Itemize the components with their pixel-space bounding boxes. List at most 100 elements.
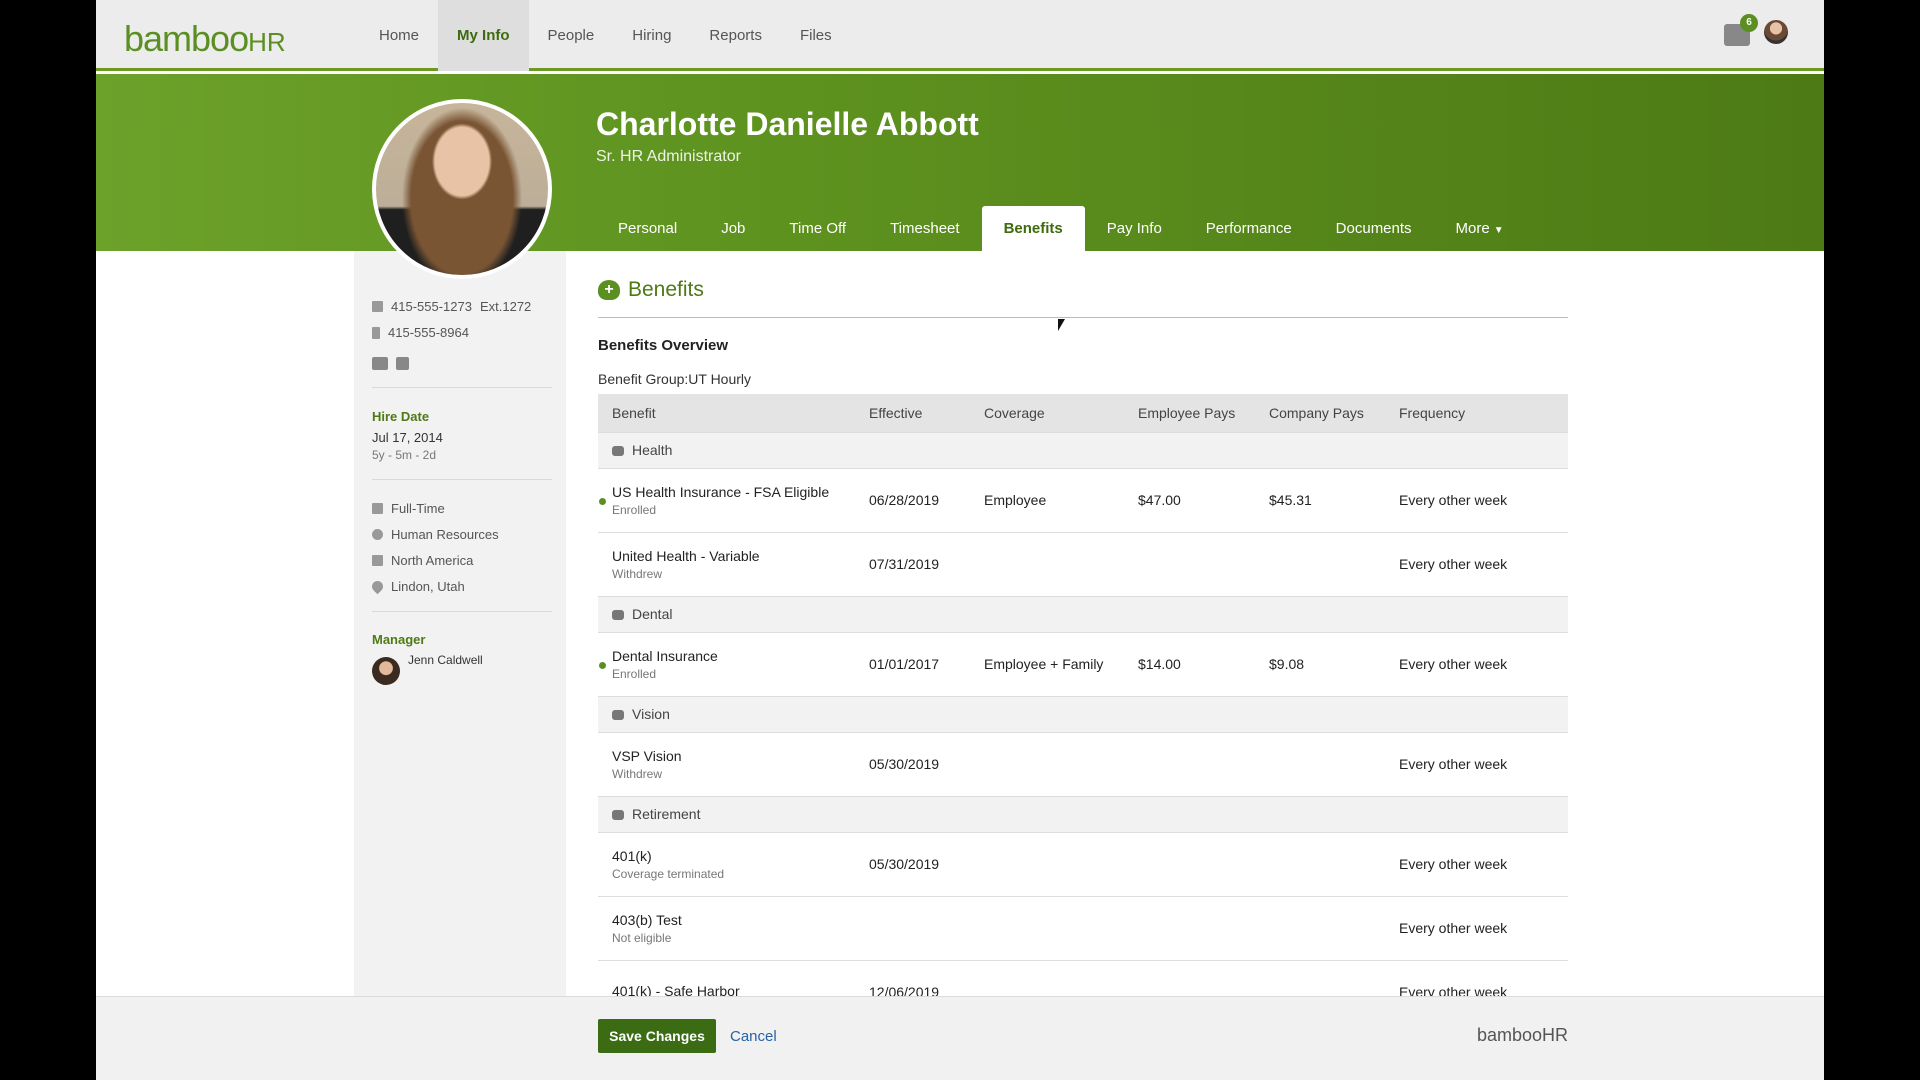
employment-type-icon xyxy=(372,503,383,514)
eye-icon xyxy=(612,710,624,720)
frequency: Every other week xyxy=(1385,531,1568,596)
effective-date: 01/01/2017 xyxy=(855,631,970,696)
enrolled-dot-icon xyxy=(599,497,606,505)
benefit-cell: United Health - Variable Withdrew xyxy=(598,531,855,596)
tooth-icon xyxy=(612,610,624,620)
inbox-icon[interactable]: 6 xyxy=(1724,14,1758,46)
effective-date: 06/28/2019 xyxy=(855,467,970,532)
table-row[interactable]: 403(b) Test Not eligible Every other week xyxy=(598,895,1568,960)
benefit-cell: US Health Insurance - FSA Eligible Enroll… xyxy=(598,467,855,532)
category-label: Retirement xyxy=(632,806,701,822)
nav-reports[interactable]: Reports xyxy=(690,0,781,71)
contact-icons xyxy=(372,357,409,370)
section-title-text: Benefits xyxy=(628,278,704,301)
manager-avatar[interactable] xyxy=(372,657,400,685)
department: Human Resources xyxy=(391,527,499,542)
category-label: Dental xyxy=(632,606,673,622)
table-row[interactable]: Dental Insurance Enrolled 01/01/2017 Employ… xyxy=(598,631,1568,696)
app-window: bambooHR Home My Info People Hiring Repo… xyxy=(96,0,1824,1080)
linkedin-icon[interactable] xyxy=(396,357,409,370)
detail-department: Human Resources xyxy=(372,527,499,542)
table-row[interactable]: United Health - Variable Withdrew 07/31/20… xyxy=(598,531,1568,596)
tab-timesheet[interactable]: Timesheet xyxy=(868,206,981,251)
tab-performance[interactable]: Performance xyxy=(1184,206,1314,251)
manager-name[interactable]: Jenn Caldwell xyxy=(408,653,483,667)
coverage xyxy=(970,731,1124,796)
benefit-name[interactable]: 403(b) Test xyxy=(612,912,855,928)
save-changes-button[interactable]: Save Changes xyxy=(598,1019,716,1053)
mobile-phone[interactable]: 415-555-8964 xyxy=(388,325,469,340)
nav-hiring[interactable]: Hiring xyxy=(613,0,690,71)
benefits-table: Benefit Effective Coverage Employee Pays… xyxy=(598,394,1568,1024)
table-row[interactable]: US Health Insurance - FSA Eligible Enroll… xyxy=(598,467,1568,532)
tab-documents[interactable]: Documents xyxy=(1314,206,1434,251)
col-effective: Effective xyxy=(855,394,970,432)
divider xyxy=(372,387,552,388)
benefit-status: Withdrew xyxy=(612,566,663,581)
benefit-name[interactable]: US Health Insurance - FSA Eligible xyxy=(612,484,855,500)
benefit-name[interactable]: VSP Vision xyxy=(612,748,855,764)
section-divider xyxy=(598,317,1568,318)
tab-pay-info[interactable]: Pay Info xyxy=(1085,206,1184,251)
employee-pays xyxy=(1124,831,1255,896)
table-row[interactable]: VSP Vision Withdrew 05/30/2019 Every other … xyxy=(598,731,1568,796)
work-phone-ext: Ext.1272 xyxy=(479,299,532,314)
email-icon[interactable] xyxy=(372,357,388,370)
benefit-cell: VSP Vision Withdrew xyxy=(598,731,855,796)
work-phone[interactable]: 415-555-1273 xyxy=(391,299,472,314)
category-label: Vision xyxy=(632,706,670,722)
benefits-table-body: Health US Health Insurance - FSA Eligible… xyxy=(598,431,1568,1024)
nav-people[interactable]: People xyxy=(529,0,614,71)
piggy-bank-icon xyxy=(612,810,624,820)
coverage xyxy=(970,831,1124,896)
section-title: + Benefits xyxy=(598,278,704,302)
enrolled-dot-icon xyxy=(599,661,606,669)
divider xyxy=(372,479,552,480)
manager-label: Manager xyxy=(372,632,426,647)
tab-benefits[interactable]: Benefits xyxy=(981,206,1085,251)
nav-home[interactable]: Home xyxy=(360,0,438,71)
detail-division: North America xyxy=(372,553,473,568)
effective-date: 05/30/2019 xyxy=(855,731,970,796)
user-avatar[interactable] xyxy=(1764,20,1788,44)
frequency: Every other week xyxy=(1385,731,1568,796)
employee-pays: $47.00 xyxy=(1124,467,1255,532)
bamboohr-logo[interactable]: bambooHR xyxy=(124,18,286,60)
benefit-cell: Dental Insurance Enrolled xyxy=(598,631,855,696)
benefit-name[interactable]: 401(k) xyxy=(612,848,855,864)
heart-icon xyxy=(612,446,624,456)
company-pays xyxy=(1255,731,1385,796)
effective-date: 05/30/2019 xyxy=(855,831,970,896)
location: Lindon, Utah xyxy=(391,579,465,594)
nav-my-info[interactable]: My Info xyxy=(438,0,529,71)
benefit-name[interactable]: Dental Insurance xyxy=(612,648,855,664)
heart-plus-icon: + xyxy=(598,280,620,300)
divider xyxy=(372,611,552,612)
table-row[interactable]: 401(k) Coverage terminated 05/30/2019 Every… xyxy=(598,831,1568,896)
employee-pays xyxy=(1124,531,1255,596)
notification-badge: 6 xyxy=(1740,14,1758,32)
detail-location: Lindon, Utah xyxy=(369,578,465,595)
tab-time-off[interactable]: Time Off xyxy=(767,206,868,251)
benefit-status: Not eligible xyxy=(612,930,672,945)
tab-more[interactable]: More ▼ xyxy=(1434,206,1526,251)
tab-job[interactable]: Job xyxy=(699,206,767,251)
frequency: Every other week xyxy=(1385,831,1568,896)
category-label: Health xyxy=(632,442,673,458)
company-pays: $9.08 xyxy=(1255,631,1385,696)
category-cell: Dental xyxy=(598,595,1568,632)
benefit-name[interactable]: United Health - Variable xyxy=(612,548,855,564)
employee-pays: $14.00 xyxy=(1124,631,1255,696)
effective-date xyxy=(855,895,970,960)
cancel-link[interactable]: Cancel xyxy=(730,1028,777,1045)
coverage xyxy=(970,895,1124,960)
nav-files[interactable]: Files xyxy=(781,0,851,71)
benefits-overview-heading: Benefits Overview xyxy=(598,337,729,354)
division-icon xyxy=(372,555,383,566)
category-row: Health xyxy=(598,431,1568,468)
col-company-pays: Company Pays xyxy=(1255,394,1385,432)
tab-personal[interactable]: Personal xyxy=(596,206,699,251)
benefit-status: Coverage terminated xyxy=(612,866,725,881)
benefit-cell: 401(k) Coverage terminated xyxy=(598,831,855,896)
top-icons: 6 xyxy=(1724,14,1788,46)
